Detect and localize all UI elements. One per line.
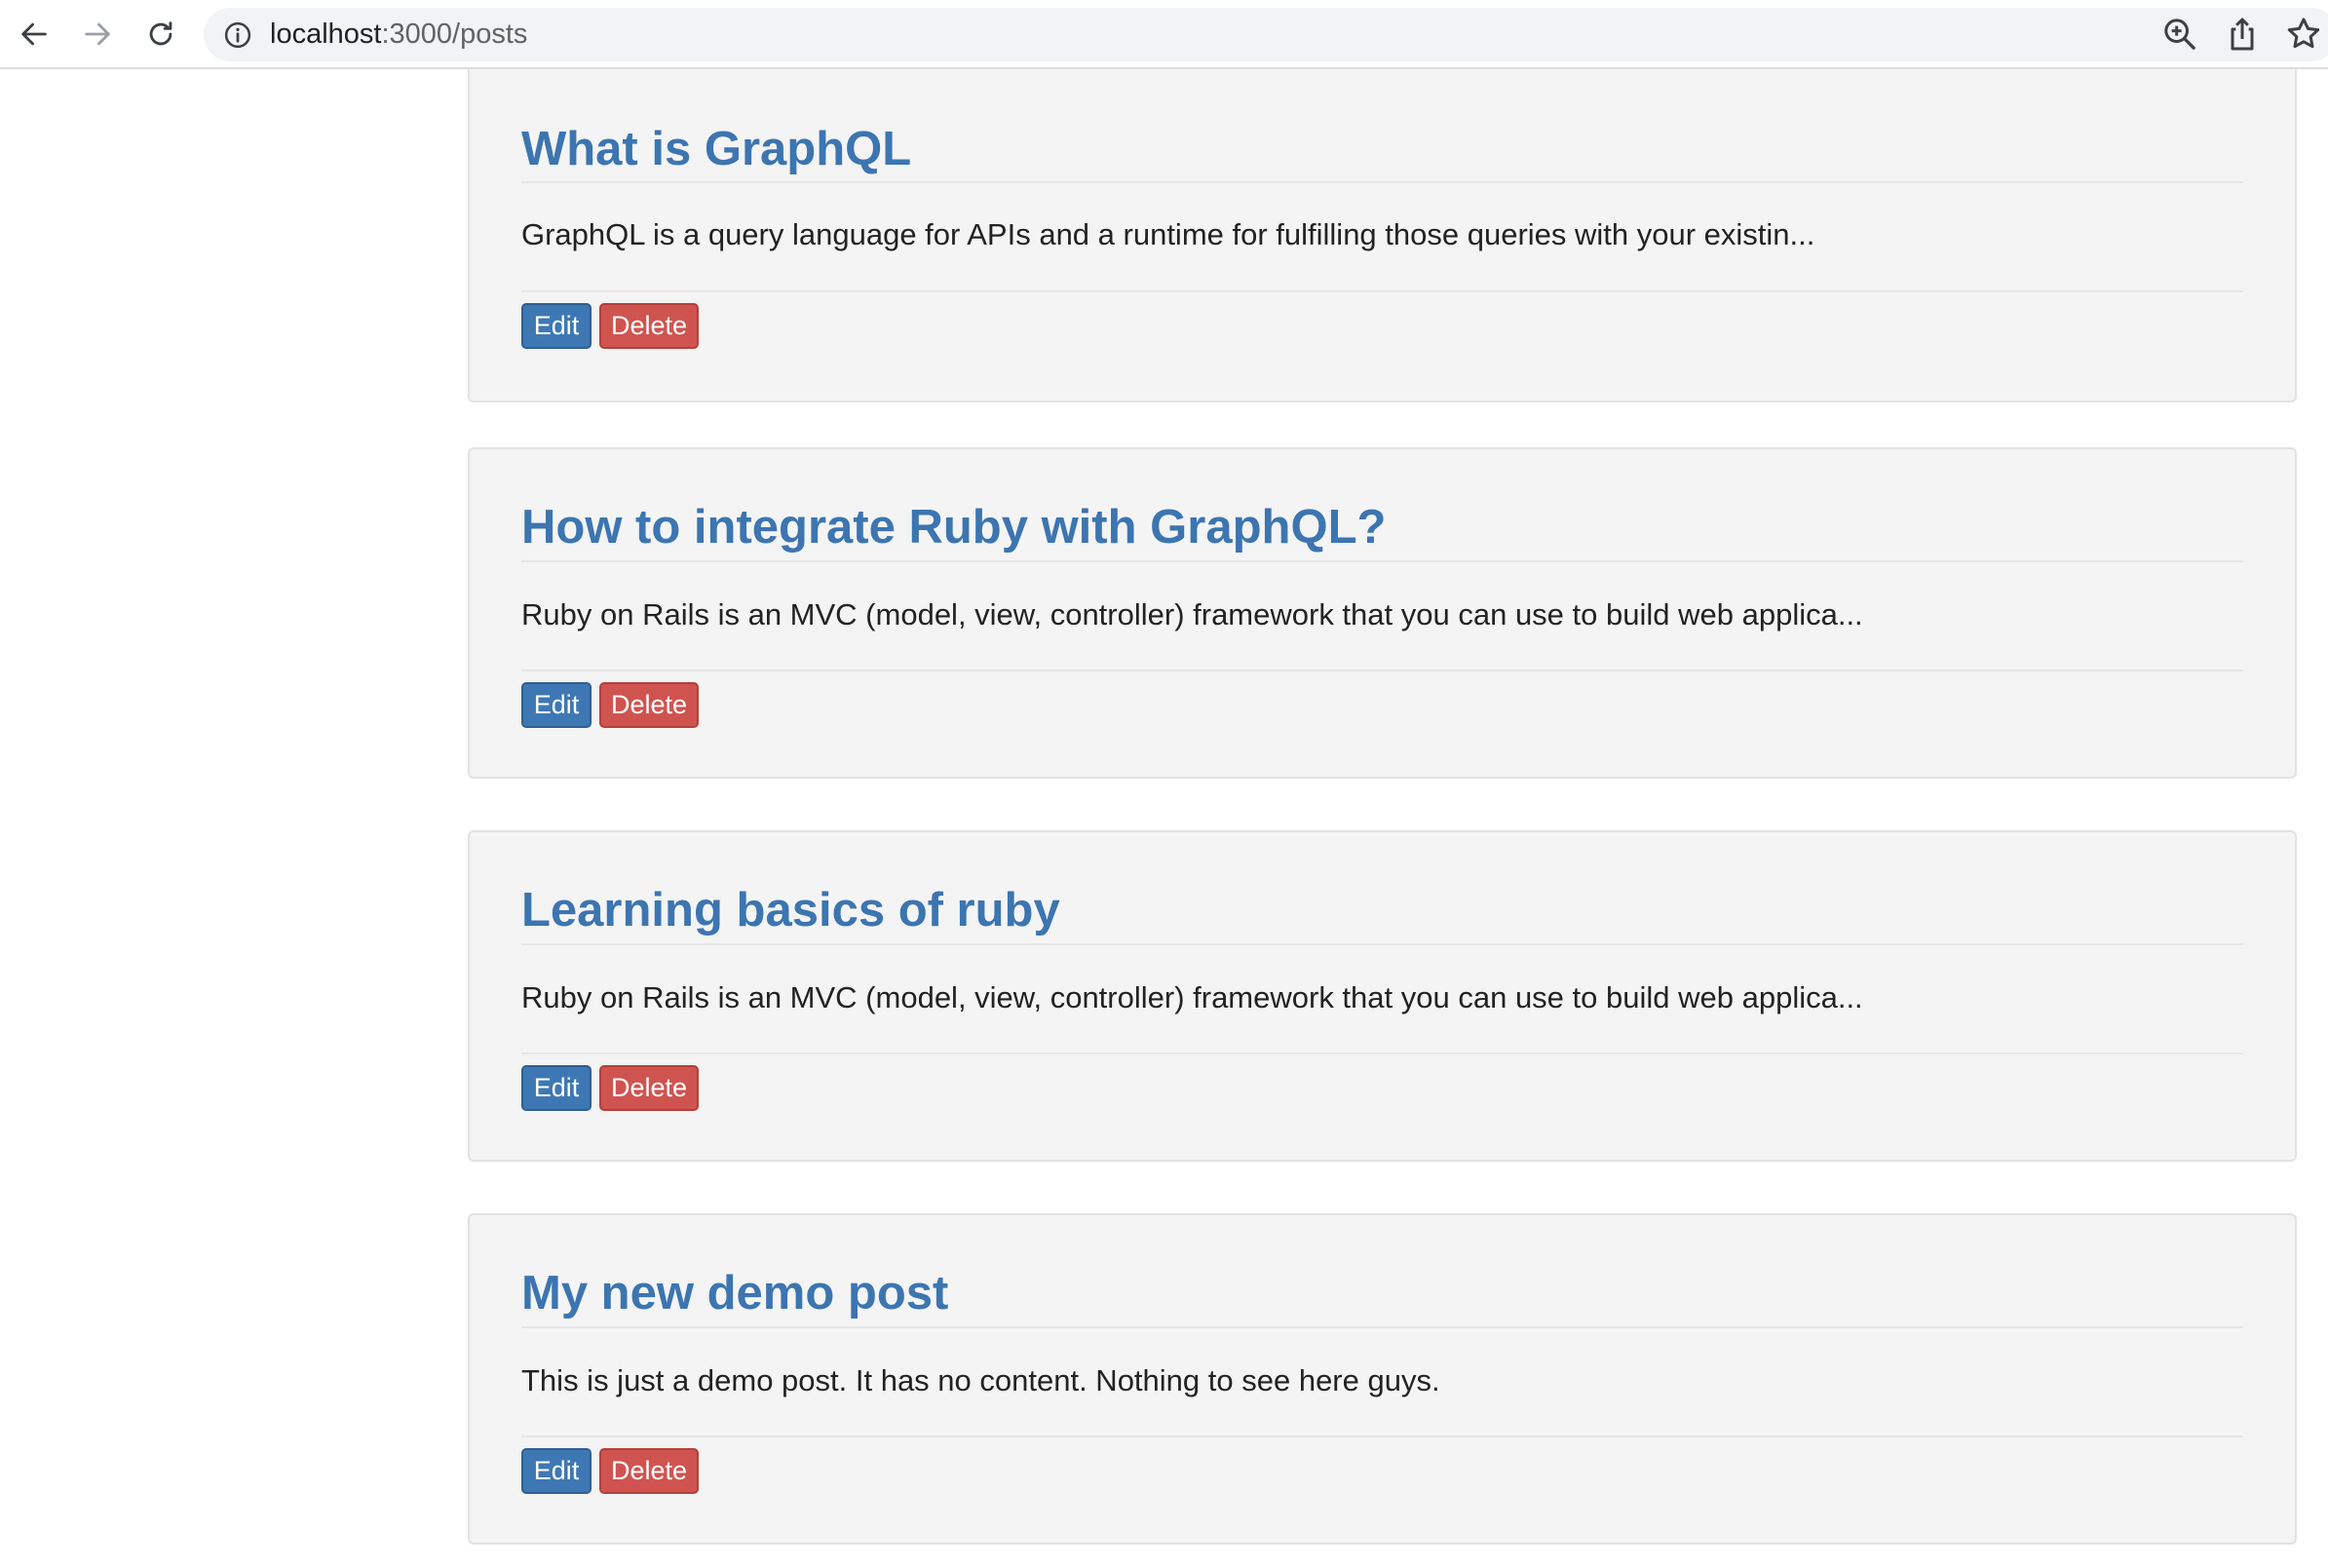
divider [521,290,2243,292]
edit-button[interactable]: Edit [521,303,592,349]
post-card: What is GraphQL GraphQL is a query langu… [468,69,2297,402]
edit-button[interactable]: Edit [521,682,592,728]
reload-button[interactable] [136,10,185,58]
url-text: localhost:3000/posts [270,8,527,61]
divider [521,1052,2243,1054]
divider [521,669,2243,671]
url-path: :3000/posts [381,19,528,50]
zoom-button[interactable] [2160,15,2199,54]
arrow-left-icon [21,22,47,46]
post-excerpt: Ruby on Rails is an MVC (model, view, co… [521,980,1863,1014]
delete-button[interactable]: Delete [599,1065,699,1111]
divider [521,943,2243,945]
post-card: My new demo post This is just a demo pos… [468,1213,2297,1545]
post-excerpt: GraphQL is a query language for APIs and… [521,217,1815,251]
forward-button[interactable] [73,10,122,58]
divider [521,560,2243,562]
delete-button[interactable]: Delete [599,1448,699,1494]
info-icon[interactable] [223,20,252,50]
divider [521,181,2243,183]
divider [521,1326,2243,1328]
address-bar[interactable]: localhost:3000/posts [204,8,2328,61]
post-excerpt: Ruby on Rails is an MVC (model, view, co… [521,597,1863,631]
post-title-link[interactable]: My new demo post [521,1264,948,1322]
edit-button[interactable]: Edit [521,1448,592,1494]
zoom-in-icon [2164,19,2195,50]
reload-icon [149,21,172,46]
star-icon [2287,18,2320,49]
post-title-link[interactable]: Learning basics of ruby [521,881,1060,939]
share-button[interactable] [2223,15,2262,54]
post-title-link[interactable]: How to integrate Ruby with GraphQL? [521,498,1386,556]
post-card: How to integrate Ruby with GraphQL? Ruby… [468,447,2297,779]
url-host: localhost [270,19,382,50]
bookmark-button[interactable] [2284,15,2323,54]
delete-button[interactable]: Delete [599,682,699,728]
arrow-right-icon [85,22,110,46]
delete-button[interactable]: Delete [599,303,699,349]
post-excerpt: This is just a demo post. It has no cont… [521,1363,1440,1397]
edit-button[interactable]: Edit [521,1065,592,1111]
divider [521,1435,2243,1437]
share-icon [2231,18,2254,51]
post-title-link[interactable]: What is GraphQL [521,120,911,178]
back-button[interactable] [10,10,58,58]
post-card: Learning basics of ruby Ruby on Rails is… [468,830,2297,1162]
browser-toolbar: localhost:3000/posts [0,0,2328,69]
